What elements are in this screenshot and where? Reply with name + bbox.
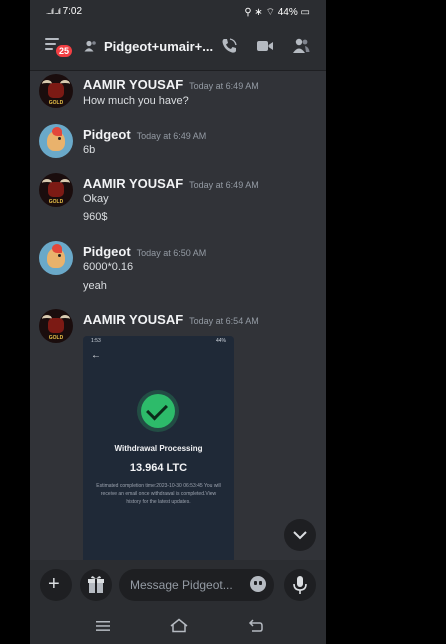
message-header: AAMIR YOUSAF Today at 6:49 AM — [83, 77, 259, 92]
plus-icon: + — [48, 573, 60, 595]
chevron-down-icon — [293, 531, 307, 540]
home-icon[interactable] — [170, 618, 188, 633]
back-nav-icon[interactable] — [248, 618, 264, 633]
message-text: 960$ — [83, 211, 108, 223]
attachment-note: Estimated completion time:2023-10-30 06:… — [96, 483, 221, 505]
message-composer: + Message Pidgeot... — [30, 560, 326, 610]
status-bar: ....ıl ...ıl 7:02 ⚲ ∗ ⌔ 44% ▭ — [30, 0, 326, 24]
author-name[interactable]: AAMIR YOUSAF — [83, 77, 183, 92]
gift-icon — [88, 576, 104, 593]
microphone-icon — [293, 576, 307, 594]
timestamp: Today at 6:49 AM — [136, 131, 207, 141]
discord-app: ....ıl ...ıl 7:02 ⚲ ∗ ⌔ 44% ▭ 25 Pidgeot… — [30, 0, 326, 644]
add-attachment-button[interactable]: + — [40, 569, 72, 601]
unread-badge: 25 — [54, 43, 75, 59]
pidgeot-avatar[interactable] — [39, 124, 73, 158]
message-header: Pidgeot Today at 6:50 AM — [83, 244, 206, 259]
member-list-icon[interactable] — [292, 37, 310, 55]
recents-icon[interactable] — [96, 620, 110, 632]
bull-gold-avatar[interactable]: GOLD — [39, 74, 73, 108]
message-text: 6b — [83, 144, 96, 156]
video-call-icon[interactable] — [256, 37, 274, 55]
voice-message-button[interactable] — [284, 569, 316, 601]
status-right: ⚲ ∗ ⌔ 44% ▭ — [244, 7, 310, 18]
timestamp: Today at 6:50 AM — [136, 248, 207, 258]
message-text: 6000*0.16 — [83, 261, 134, 273]
image-attachment[interactable]: 1:53 44% ← Withdrawal Processing 13.964 … — [83, 336, 234, 564]
author-name[interactable]: AAMIR YOUSAF — [83, 312, 183, 327]
attachment-title: Withdrawal Processing — [114, 444, 203, 453]
message-header: Pidgeot Today at 6:49 AM — [83, 127, 206, 142]
message-header: AAMIR YOUSAF Today at 6:49 AM — [83, 176, 259, 191]
status-left: ....ıl ...ıl 7:02 — [46, 6, 82, 17]
timestamp: Today at 6:54 AM — [189, 316, 259, 326]
success-check-icon — [141, 394, 175, 428]
attachment-status-time: 1:53 — [91, 338, 101, 344]
back-arrow-icon: ← — [91, 350, 101, 361]
clock: 7:02 — [62, 6, 83, 17]
attachment-amount: 13.964 LTC — [129, 462, 188, 474]
timestamp: Today at 6:49 AM — [189, 180, 259, 190]
author-name[interactable]: AAMIR YOUSAF — [83, 176, 183, 191]
jump-to-bottom-button[interactable] — [284, 519, 316, 551]
message-text: yeah — [83, 280, 107, 292]
pidgeot-avatar[interactable] — [39, 241, 73, 275]
channel-header: 25 Pidgeot+umair+... — [30, 24, 326, 71]
signal-icon: ....ıl ...ıl — [46, 7, 61, 16]
timestamp: Today at 6:49 AM — [189, 81, 259, 91]
message-header: AAMIR YOUSAF Today at 6:54 AM — [83, 312, 259, 327]
voice-call-icon[interactable] — [220, 37, 238, 55]
attachment-status-right: 44% — [215, 338, 226, 344]
bull-gold-avatar[interactable]: GOLD — [39, 309, 73, 343]
message-placeholder: Message Pidgeot... — [130, 578, 233, 592]
message-input[interactable]: Message Pidgeot... — [119, 569, 274, 601]
author-name[interactable]: Pidgeot — [83, 244, 131, 259]
group-dm-icon — [84, 40, 96, 52]
system-nav-bar — [30, 610, 326, 644]
gift-button[interactable] — [80, 569, 112, 601]
author-name[interactable]: Pidgeot — [83, 127, 131, 142]
message-text: How much you have? — [83, 95, 189, 107]
channel-title[interactable]: Pidgeot+umair+... — [104, 39, 213, 54]
emoji-icon[interactable] — [250, 576, 266, 592]
message-text: Okay — [83, 193, 109, 205]
bull-gold-avatar[interactable]: GOLD — [39, 173, 73, 207]
